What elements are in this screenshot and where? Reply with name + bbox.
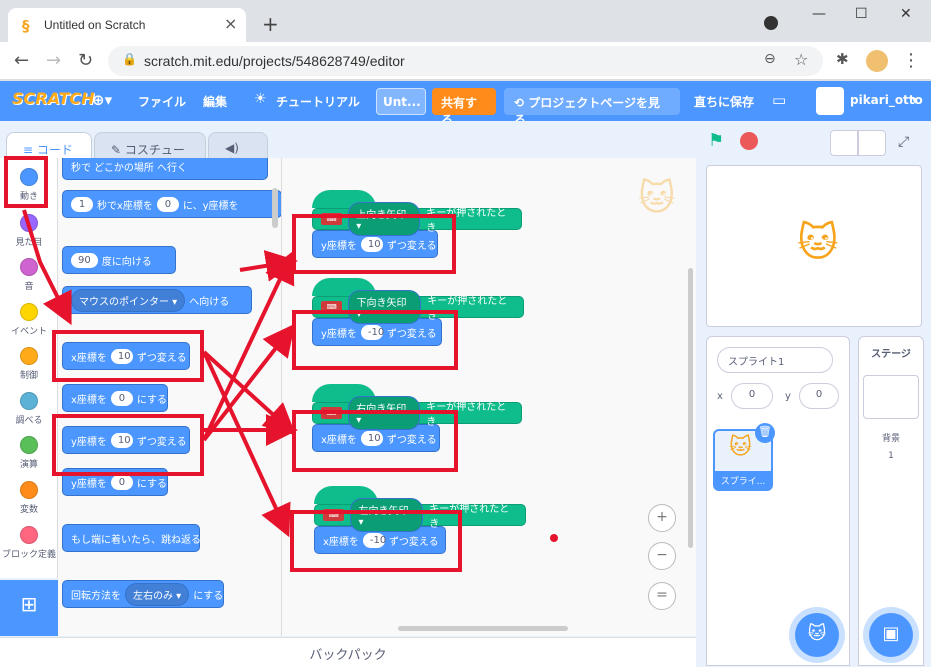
stop-icon[interactable] — [740, 132, 758, 150]
sprite-y-input[interactable]: 0 — [799, 383, 839, 409]
arrow-point-to-up — [239, 249, 298, 282]
choose-sprite-button[interactable]: 🐱 — [795, 613, 839, 657]
sprite-x-input[interactable]: 0 — [731, 383, 773, 409]
sprite-thumb-label: スプライ... — [715, 471, 771, 489]
sprite-name-input[interactable]: スプライト1 — [717, 347, 833, 373]
arrow-changex-to-right — [202, 350, 296, 436]
fullscreen-icon[interactable]: ⤢ — [898, 134, 909, 150]
backdrops-count: 1 — [888, 451, 894, 461]
arrow-motion-to-blocks — [22, 209, 72, 326]
stage-target-pane[interactable]: ステージ 背景 1 ▣ — [858, 336, 924, 666]
backpack-bar[interactable]: バックパック — [0, 637, 696, 667]
image-add-icon: ▣ — [882, 623, 900, 644]
sprite-thumb-cat-icon: 🐱 — [729, 435, 752, 460]
x-label: x — [717, 391, 723, 402]
stage-backdrop-thumbnail[interactable] — [863, 375, 919, 419]
green-flag-icon[interactable]: ⚑ — [708, 130, 724, 151]
cat-sprite-icon[interactable]: 🐱 — [797, 220, 839, 266]
stage-canvas[interactable]: 🐱 — [706, 165, 922, 327]
stage-title: ステージ — [871, 349, 911, 360]
cat-add-icon: 🐱 — [807, 623, 827, 644]
delete-sprite-trash-icon[interactable]: 🗑 — [755, 423, 775, 443]
choose-backdrop-button[interactable]: ▣ — [869, 613, 913, 657]
y-label: y — [785, 391, 791, 402]
sprite-pane: スプライト1 x 0 y 0 🐱 スプライ... 🗑 🐱 — [706, 336, 850, 666]
backdrops-label: 背景 — [881, 434, 900, 444]
small-stage-button[interactable] — [830, 130, 858, 156]
large-stage-button[interactable] — [858, 130, 886, 156]
arrow-changex-to-left — [202, 351, 291, 538]
